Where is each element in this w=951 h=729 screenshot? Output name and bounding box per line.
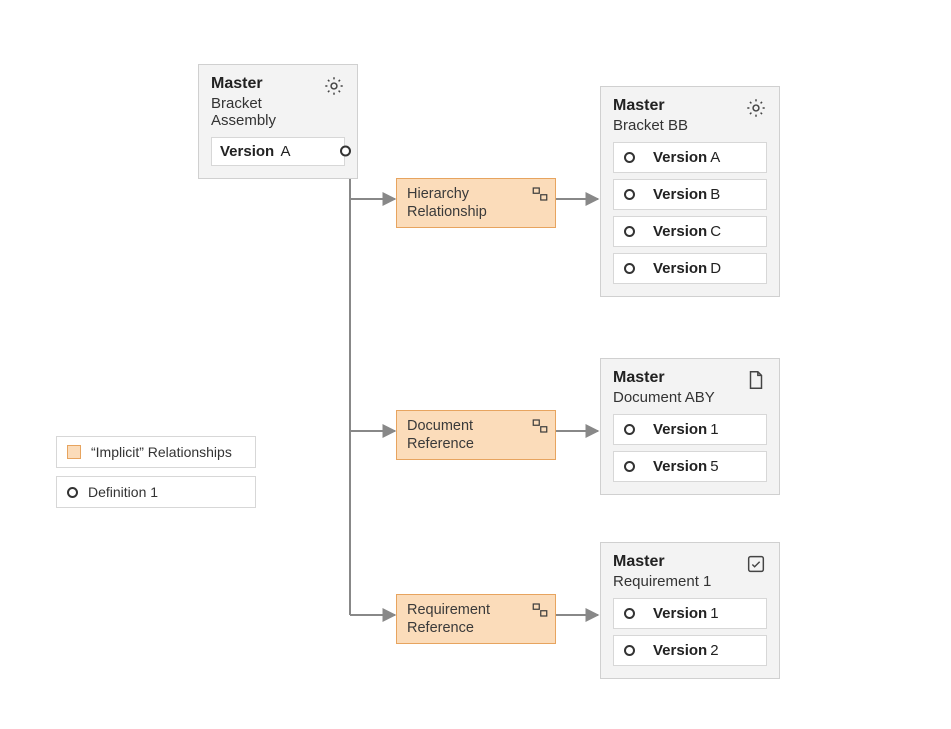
card-title: Master (613, 553, 711, 571)
circle-icon (624, 263, 635, 274)
source-version-value: A (281, 143, 291, 160)
legend-definition-label: Definition 1 (88, 484, 158, 500)
version-value: D (710, 260, 721, 277)
circle-icon (624, 461, 635, 472)
version-row: Version5 (613, 451, 767, 482)
version-label: Version (653, 186, 707, 203)
legend: “Implicit” Relationships Definition 1 (56, 436, 256, 516)
relationship-hierarchy: Hierarchy Relationship (396, 178, 556, 228)
version-row: VersionA (613, 142, 767, 173)
version-row: VersionD (613, 253, 767, 284)
version-label: Version (653, 458, 707, 475)
relationship-line2: Reference (407, 436, 474, 452)
gear-icon (745, 97, 767, 119)
circle-icon (624, 189, 635, 200)
check-icon (745, 553, 767, 575)
circle-icon (624, 608, 635, 619)
version-value: C (710, 223, 721, 240)
source-version-label: Version (220, 143, 274, 160)
gear-icon (323, 75, 345, 97)
circle-icon (624, 152, 635, 163)
hierarchy-icon (531, 185, 549, 203)
relationship-line1: Hierarchy (407, 186, 469, 202)
version-label: Version (653, 605, 707, 622)
version-row: Version1 (613, 414, 767, 445)
source-title: Master (211, 75, 317, 93)
circle-icon (624, 645, 635, 656)
version-label: Version (653, 223, 707, 240)
connector-dot-icon (340, 146, 351, 157)
version-value: A (710, 149, 720, 166)
circle-icon (624, 226, 635, 237)
version-label: Version (653, 642, 707, 659)
source-subtitle: Bracket Assembly (211, 95, 317, 129)
version-row: VersionB (613, 179, 767, 210)
relationship-line2: Relationship (407, 204, 487, 220)
relationship-document: Document Reference (396, 410, 556, 460)
relationship-requirement: Requirement Reference (396, 594, 556, 644)
version-row: Version1 (613, 598, 767, 629)
card-subtitle: Requirement 1 (613, 573, 711, 590)
legend-square-icon (67, 445, 81, 459)
target-bracket-bb-card: Master Bracket BB VersionA VersionB Vers… (600, 86, 780, 297)
source-master-card: Master Bracket Assembly Version A (198, 64, 358, 179)
relationship-line1: Requirement (407, 602, 490, 618)
version-label: Version (653, 149, 707, 166)
version-row: Version2 (613, 635, 767, 666)
document-icon (745, 369, 767, 391)
legend-implicit-label: “Implicit” Relationships (91, 444, 232, 460)
legend-implicit-row: “Implicit” Relationships (56, 436, 256, 468)
card-title: Master (613, 97, 688, 115)
legend-circle-icon (67, 487, 78, 498)
target-requirement-card: Master Requirement 1 Version1 Version2 (600, 542, 780, 679)
card-title: Master (613, 369, 715, 387)
version-row: VersionC (613, 216, 767, 247)
version-value: 1 (710, 605, 718, 622)
version-value: B (710, 186, 720, 203)
legend-definition-row: Definition 1 (56, 476, 256, 508)
card-subtitle: Bracket BB (613, 117, 688, 134)
hierarchy-icon (531, 417, 549, 435)
target-document-aby-card: Master Document ABY Version1 Version5 (600, 358, 780, 495)
hierarchy-icon (531, 601, 549, 619)
relationship-line1: Document (407, 418, 473, 434)
card-subtitle: Document ABY (613, 389, 715, 406)
version-label: Version (653, 260, 707, 277)
relationship-line2: Reference (407, 620, 474, 636)
version-label: Version (653, 421, 707, 438)
diagram-canvas: Master Bracket Assembly Version A Hierar… (0, 0, 951, 729)
version-value: 1 (710, 421, 718, 438)
circle-icon (624, 424, 635, 435)
version-value: 5 (710, 458, 718, 475)
source-version-row: Version A (211, 137, 345, 166)
version-value: 2 (710, 642, 718, 659)
